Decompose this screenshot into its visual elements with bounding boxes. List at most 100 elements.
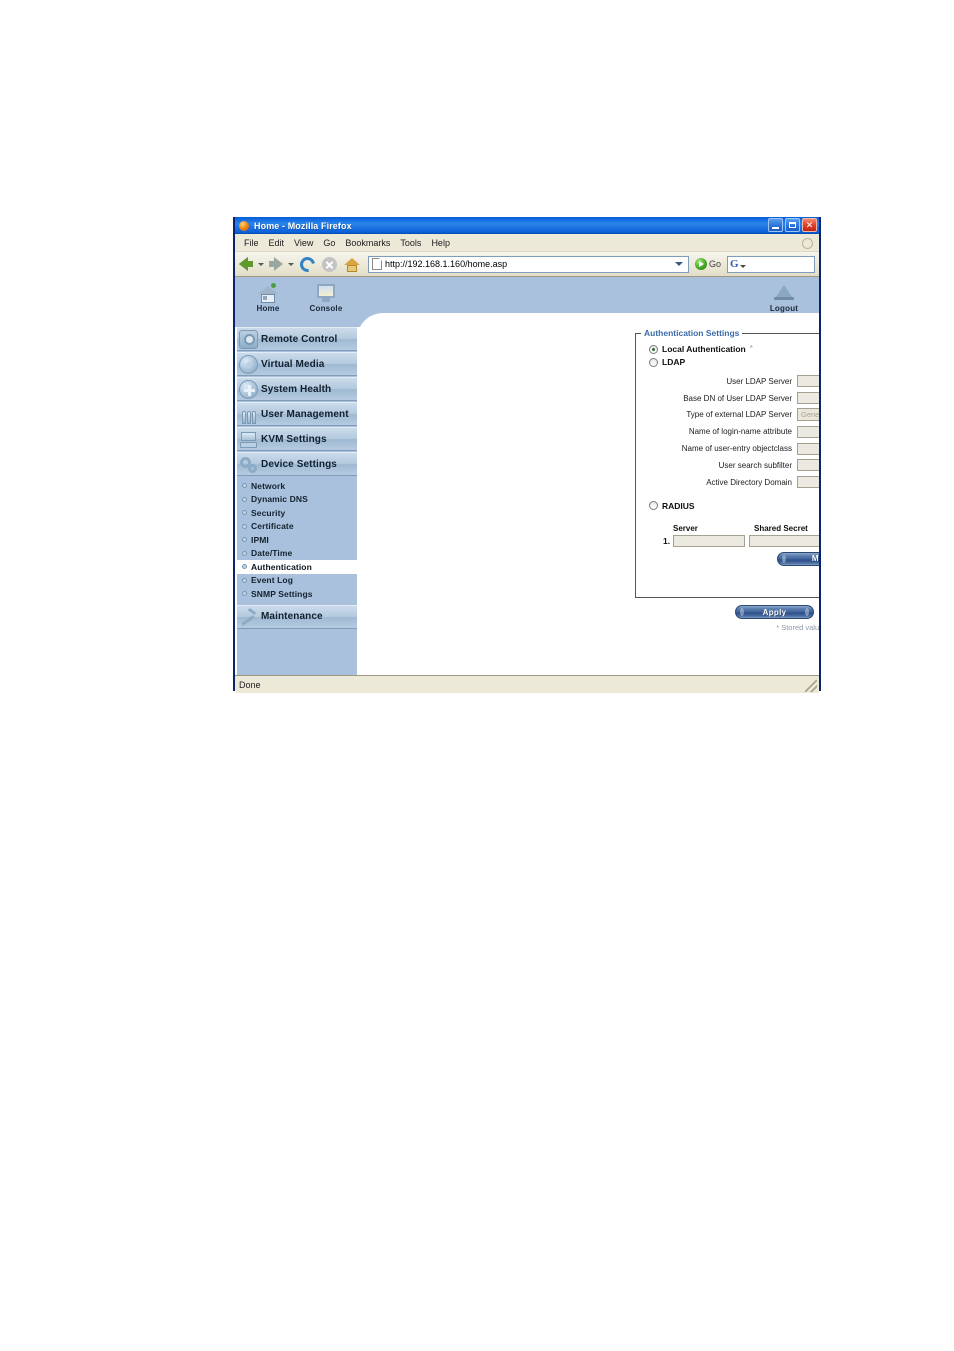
minimize-button[interactable] [768, 218, 783, 232]
forward-dropdown-caret-icon[interactable] [288, 262, 294, 266]
sidebar-item-maintenance[interactable]: Maintenance [237, 604, 357, 629]
browser-window: Home - Mozilla Firefox ✕ File Edit View … [233, 217, 821, 693]
radio-local-authentication[interactable] [649, 344, 658, 354]
sidebar-item-ipmi[interactable]: IPMI [237, 533, 357, 547]
sidebar-item-certificate[interactable]: Certificate [237, 520, 357, 534]
radius-server-input[interactable] [673, 534, 745, 547]
sidebar-subnav: Network Dynamic DNS Security Certificate [237, 477, 357, 603]
sidebar-item-security[interactable]: Security [237, 506, 357, 520]
sidebar-item-date-time[interactable]: Date/Time [237, 547, 357, 561]
sidebar-item-remote-control[interactable]: Remote Control [237, 327, 357, 351]
system-health-icon [239, 379, 258, 399]
go-arrow-icon [694, 258, 707, 270]
sidebar-item-event-log[interactable]: Event Log [237, 574, 357, 588]
search-engine-caret-icon[interactable] [739, 264, 746, 268]
sidebar-label: KVM Settings [261, 433, 327, 445]
bullet-icon [242, 496, 247, 502]
sidebar-item-snmp-settings[interactable]: SNMP Settings [237, 587, 357, 601]
field-label: Name of user-entry objectclass [681, 444, 792, 454]
field-label: Type of external LDAP Server [686, 410, 792, 420]
radius-row-1: 1. 1812 * 1813 * 1 * 3 * [663, 534, 819, 547]
resize-grip-icon[interactable] [805, 680, 817, 692]
sidebar-sublabel: Network [251, 480, 286, 491]
go-label: Go [708, 259, 721, 269]
sidebar-item-virtual-media[interactable]: Virtual Media [237, 352, 357, 376]
bullet-icon [242, 577, 247, 583]
maintenance-icon [239, 607, 258, 626]
radio-ldap[interactable] [649, 357, 658, 367]
ldap-server-type-select[interactable]: Generic LDAP server [797, 408, 819, 422]
base-dn-input[interactable] [797, 392, 819, 405]
apply-button[interactable]: Apply [735, 605, 814, 619]
forward-arrow-icon [274, 257, 283, 271]
more-entries-button[interactable]: More entries [776, 551, 819, 566]
auth-mode-radius-label: RADIUS [662, 500, 695, 511]
reload-button[interactable] [297, 254, 318, 275]
search-input[interactable]: G [727, 255, 815, 273]
url-history-dropdown[interactable] [673, 257, 686, 272]
user-ldap-server-input[interactable] [797, 375, 819, 388]
bullet-icon [242, 537, 247, 543]
field-label: Base DN of User LDAP Server [683, 393, 792, 403]
radio-radius[interactable] [649, 501, 658, 511]
menu-item-bookmarks[interactable]: Bookmarks [340, 237, 395, 249]
home-button[interactable] [344, 255, 362, 273]
sidebar-item-user-management[interactable]: User Management [237, 402, 357, 426]
sidebar-item-kvm-settings[interactable]: KVM Settings [237, 427, 357, 451]
back-dropdown-caret-icon[interactable] [258, 262, 264, 266]
user-entry-objectclass-input[interactable] [797, 442, 819, 455]
row-index: 1. [663, 535, 671, 546]
sidebar-item-system-health[interactable]: System Health [237, 377, 357, 401]
address-bar[interactable]: http://192.168.1.160/home.asp [368, 255, 689, 273]
menu-item-go[interactable]: Go [318, 237, 340, 249]
stop-button[interactable] [322, 255, 340, 273]
sidebar-item-network[interactable]: Network [237, 479, 357, 493]
select-value: Generic LDAP server [801, 410, 819, 420]
sidebar-sublabel: Authentication [251, 561, 312, 572]
field-label: Name of login-name attribute [688, 427, 792, 437]
sidebar-item-authentication[interactable]: Authentication [237, 560, 357, 574]
menu-item-file[interactable]: File [239, 237, 264, 249]
forward-button[interactable] [269, 257, 283, 271]
user-search-subfilter-input[interactable] [797, 459, 819, 472]
header-console-button[interactable]: Console [303, 283, 349, 313]
radius-table-header: Server Shared Secret Auth.Port Acc.Port … [663, 511, 819, 533]
sidebar-sublabel: SNMP Settings [251, 588, 313, 599]
field-user-ldap-server: User LDAP Server * [636, 373, 819, 390]
fieldset-legend: Authentication Settings [641, 328, 743, 338]
column-header-shared-secret: Shared Secret [754, 523, 808, 533]
navigation-toolbar: http://192.168.1.160/home.asp Go G [235, 252, 819, 277]
active-directory-domain-input[interactable] [797, 476, 819, 489]
login-name-attribute-input[interactable] [797, 425, 819, 438]
back-button[interactable] [239, 257, 253, 271]
radius-shared-secret-input[interactable] [749, 534, 819, 547]
sidebar-sublabel: Certificate [251, 521, 294, 532]
firefox-logo-icon [238, 220, 250, 232]
sidebar-item-device-settings[interactable]: Device Settings [237, 452, 357, 476]
page-root: Home - Mozilla Firefox ✕ File Edit View … [0, 0, 954, 1351]
sidebar-sublabel: Dynamic DNS [251, 494, 308, 505]
menu-item-tools[interactable]: Tools [395, 237, 426, 249]
auth-mode-local-label: Local Authentication [662, 344, 746, 354]
status-text: Done [239, 679, 261, 690]
field-base-dn: Base DN of User LDAP Server * [636, 390, 819, 407]
maximize-button[interactable] [785, 218, 800, 232]
header-home-button[interactable]: Home [245, 283, 291, 313]
field-user-entry-objectclass: Name of user-entry objectclass * [636, 440, 819, 457]
menu-item-view[interactable]: View [289, 237, 318, 249]
menu-item-edit[interactable]: Edit [264, 237, 290, 249]
home-icon [257, 283, 279, 303]
auth-mode-ldap-row[interactable]: LDAP [649, 357, 819, 367]
menu-item-help[interactable]: Help [426, 237, 455, 249]
close-button[interactable]: ✕ [802, 218, 817, 232]
sidebar-label: User Management [261, 408, 349, 420]
header-logout-button[interactable]: Logout [761, 283, 807, 313]
auth-mode-local-row[interactable]: Local Authentication * [649, 344, 819, 354]
sidebar-sublabel: Security [251, 507, 286, 518]
field-label: User LDAP Server [726, 376, 792, 386]
sidebar-item-dynamic-dns[interactable]: Dynamic DNS [237, 493, 357, 507]
default-marker: * [749, 344, 753, 353]
go-button[interactable]: Go [694, 258, 721, 270]
sidebar-sublabel: Date/Time [251, 548, 293, 559]
auth-mode-radius-row[interactable]: RADIUS [649, 501, 819, 511]
